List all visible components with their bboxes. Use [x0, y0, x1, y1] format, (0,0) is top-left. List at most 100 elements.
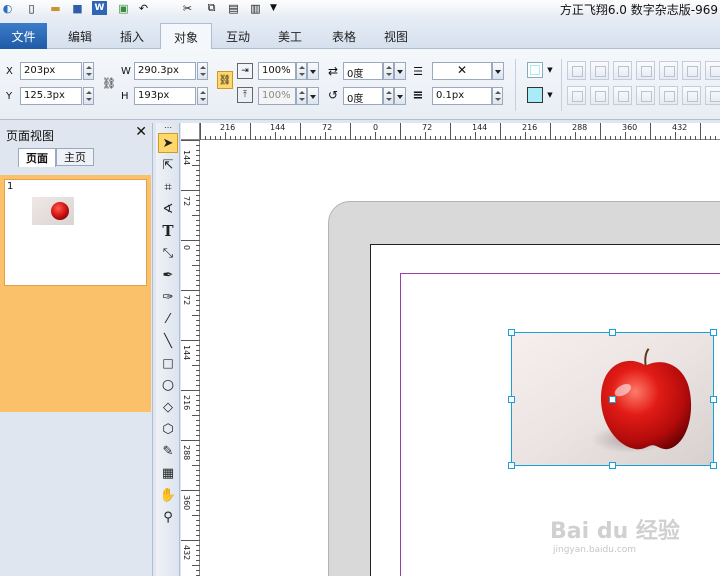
direct-selection-tool-icon[interactable]: ⇱	[158, 155, 178, 175]
eyedropper-tool-icon[interactable]: ⁄	[158, 309, 178, 329]
page-thumbnail[interactable]: 1	[4, 179, 147, 286]
save-icon[interactable]: ■	[70, 1, 85, 15]
resize-handle-top[interactable]	[609, 329, 616, 336]
tab-master-pages[interactable]: 主页	[56, 148, 94, 166]
distribute-icon[interactable]	[705, 61, 720, 80]
distribute-center-h-icon[interactable]	[613, 86, 632, 105]
close-icon[interactable]: ✕	[135, 124, 147, 140]
fill-color-dropdown-icon[interactable]: ▼	[545, 87, 555, 103]
vertical-ruler[interactable]: 144 72 0 72 144 216 288 360 432	[181, 140, 200, 576]
scale-y-field[interactable]: 100%	[258, 87, 296, 105]
width-field[interactable]: 290.3px	[134, 62, 196, 80]
pen-tool-icon[interactable]: ✒	[158, 265, 178, 285]
diamond-tool-icon[interactable]: ◇	[158, 397, 178, 417]
distribute-space-icon[interactable]	[705, 86, 720, 105]
file-menu-button[interactable]: 文件	[0, 23, 47, 49]
resize-handle-center[interactable]	[609, 396, 616, 403]
tab-edit[interactable]: 编辑	[54, 23, 106, 49]
x-spinner[interactable]	[83, 62, 94, 80]
distribute-right-icon[interactable]	[659, 86, 678, 105]
text-tool-icon[interactable]: T	[158, 221, 178, 241]
stroke-width-spinner[interactable]	[492, 87, 503, 105]
align-center-h-icon[interactable]	[613, 61, 632, 80]
resize-handle-top-left[interactable]	[508, 329, 515, 336]
skew-spinner[interactable]	[383, 87, 394, 105]
stroke-width-field[interactable]: 0.1px	[432, 87, 492, 105]
resize-handle-bottom[interactable]	[609, 462, 616, 469]
ellipse-tool-icon[interactable]: ○	[158, 375, 178, 395]
height-spinner[interactable]	[197, 87, 208, 105]
resize-handle-left[interactable]	[508, 396, 515, 403]
line-tool-icon[interactable]: ╲	[158, 331, 178, 351]
scale-x-spinner[interactable]	[296, 62, 307, 80]
skew-dropdown[interactable]	[394, 87, 406, 105]
polygon-tool-icon[interactable]: ⬡	[158, 419, 178, 439]
path-text-tool-icon[interactable]: ⤡	[158, 243, 178, 263]
cut-icon[interactable]: ✂	[180, 1, 195, 15]
selected-image-frame[interactable]	[508, 329, 717, 469]
scale-width-icon[interactable]: ⇥	[237, 63, 253, 79]
stroke-style-select[interactable]: ✕	[432, 62, 492, 80]
align-right-icon[interactable]	[659, 61, 678, 80]
align-bottom-icon[interactable]	[682, 61, 701, 80]
fill-color-icon[interactable]	[527, 87, 543, 103]
tab-view[interactable]: 视图	[370, 23, 422, 49]
distribute-bottom-icon[interactable]	[682, 86, 701, 105]
angle-tool-icon[interactable]: ∢	[158, 199, 178, 219]
tab-pages[interactable]: 页面	[18, 148, 56, 167]
tab-insert[interactable]: 插入	[106, 23, 158, 49]
distribute-top-icon[interactable]	[590, 86, 609, 105]
stroke-color-dropdown-icon[interactable]: ▼	[545, 62, 555, 78]
stroke-style-dropdown[interactable]	[492, 62, 504, 80]
align-top-icon[interactable]	[590, 61, 609, 80]
y-spinner[interactable]	[83, 87, 94, 105]
width-spinner[interactable]	[197, 62, 208, 80]
rectangle-tool-icon[interactable]: □	[158, 353, 178, 373]
paste-icon[interactable]: ▤	[226, 1, 241, 15]
customize-dropdown-icon[interactable]: ▼	[266, 1, 281, 15]
stroke-color-icon[interactable]	[527, 62, 543, 78]
pages-icon[interactable]: ▥	[248, 1, 263, 15]
align-center-v-icon[interactable]	[636, 61, 655, 80]
rotation-dropdown[interactable]	[394, 62, 406, 80]
x-position-field[interactable]: 203px	[20, 62, 82, 80]
copy-icon[interactable]: ⧉	[204, 1, 219, 15]
tab-table[interactable]: 表格	[318, 23, 370, 49]
tab-interactive[interactable]: 互动	[212, 23, 264, 49]
scale-x-field[interactable]: 100%	[258, 62, 296, 80]
table-eraser-tool-icon[interactable]: ▦	[158, 463, 178, 483]
word-icon[interactable]: W	[92, 1, 107, 15]
resize-handle-top-right[interactable]	[710, 329, 717, 336]
new-file-icon[interactable]: ▯	[24, 1, 39, 15]
image-icon[interactable]: ▣	[116, 1, 131, 15]
distribute-left-icon[interactable]	[567, 86, 586, 105]
scale-height-icon[interactable]: ⤒	[237, 87, 253, 103]
selection-tool-icon[interactable]: ➤	[158, 133, 178, 153]
distribute-center-v-icon[interactable]	[636, 86, 655, 105]
constrain-proportions-icon[interactable]: ⛓	[217, 71, 233, 89]
rotation-field[interactable]: 0度	[343, 62, 383, 80]
horizontal-ruler[interactable]: 216 144 72 0 72 144 216 288 360 432	[200, 123, 720, 140]
align-left-icon[interactable]	[567, 61, 586, 80]
y-position-field[interactable]: 125.3px	[20, 87, 82, 105]
undo-icon[interactable]: ↶	[136, 1, 151, 15]
open-folder-icon[interactable]: ▬	[48, 1, 63, 15]
table-pencil-tool-icon[interactable]: ✎	[158, 441, 178, 461]
ruler-origin[interactable]	[181, 123, 200, 140]
crop-tool-icon[interactable]: ⌗	[158, 177, 178, 197]
add-anchor-tool-icon[interactable]: ✑	[158, 287, 178, 307]
hand-tool-icon[interactable]: ✋	[158, 485, 178, 505]
scale-x-dropdown[interactable]	[307, 62, 319, 80]
resize-handle-right[interactable]	[710, 396, 717, 403]
tab-object[interactable]: 对象	[160, 23, 212, 50]
scale-y-spinner[interactable]	[296, 87, 307, 105]
resize-handle-bottom-right[interactable]	[710, 462, 717, 469]
tab-art[interactable]: 美工	[264, 23, 316, 49]
resize-handle-bottom-left[interactable]	[508, 462, 515, 469]
height-field[interactable]: 193px	[134, 87, 196, 105]
scale-y-dropdown[interactable]	[307, 87, 319, 105]
skew-field[interactable]: 0度	[343, 87, 383, 105]
link-xy-icon[interactable]: ⛓	[101, 75, 117, 91]
rotation-spinner[interactable]	[383, 62, 394, 80]
zoom-tool-icon[interactable]: ⚲	[158, 507, 178, 527]
